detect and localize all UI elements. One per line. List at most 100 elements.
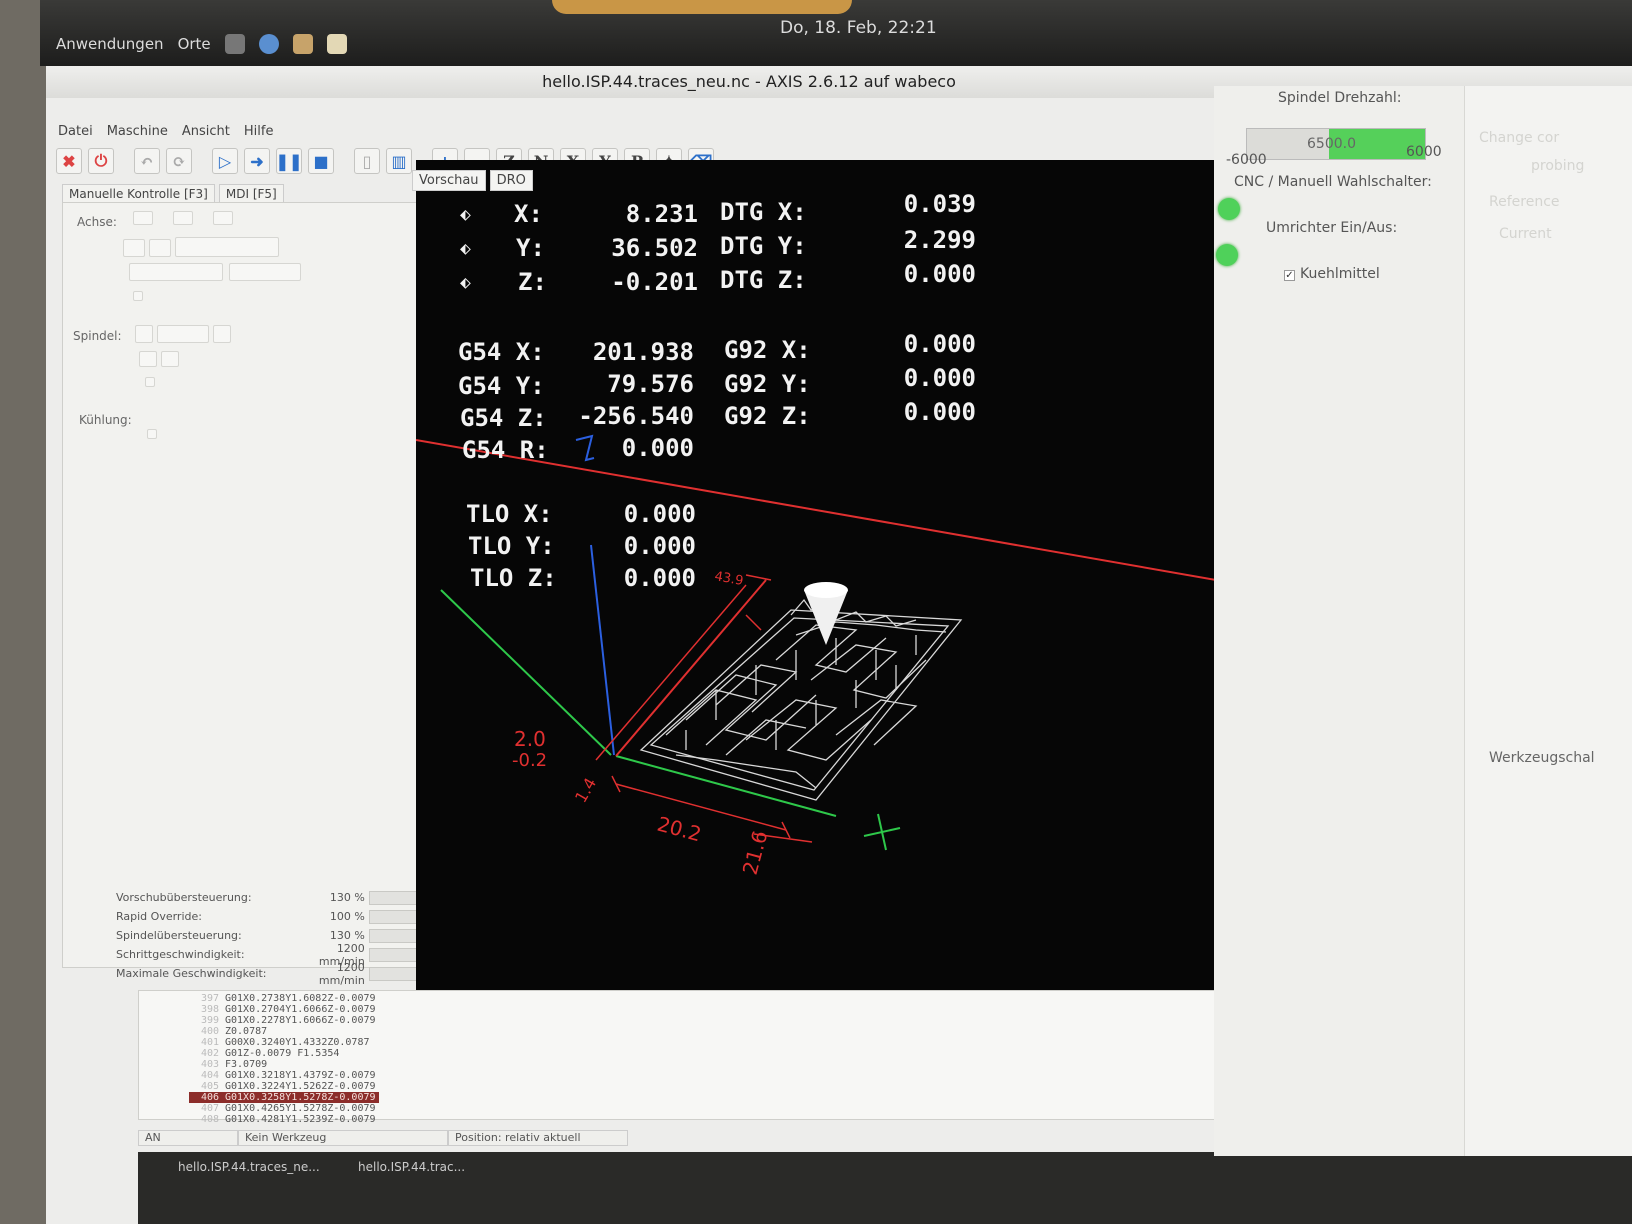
spindle-cw-button[interactable] <box>213 325 231 343</box>
touch-off-button[interactable] <box>229 263 301 281</box>
jog-minus-button[interactable] <box>123 239 145 257</box>
tab-mdi[interactable]: MDI [F5] <box>218 184 284 204</box>
position-mode: Position: relativ aktuell <box>448 1130 628 1146</box>
override-limits-checkbox[interactable] <box>133 291 143 301</box>
override-label: Spindelübersteuerung: <box>116 929 242 942</box>
jog-plus-button[interactable] <box>149 239 171 257</box>
cnc-switch-label: CNC / Manuell Wahlschalter: <box>1234 174 1432 190</box>
code-line-number: 408 <box>200 1114 219 1125</box>
code-line-text: G01X0.4265Y1.5278Z-0.0079 <box>225 1103 376 1114</box>
code-line[interactable]: 401 G00X0.3240Y1.4332Z0.0787 <box>189 1037 1223 1048</box>
reload-icon[interactable]: ⟳ <box>166 148 192 174</box>
dim-y-label: 21.6 <box>738 828 773 877</box>
code-line-text: G01X0.3218Y1.4379Z-0.0079 <box>225 1070 376 1081</box>
applications-menu[interactable]: Anwendungen <box>56 35 164 53</box>
machine-state: AN <box>138 1130 238 1146</box>
clock[interactable]: Do, 18. Feb, 22:21 <box>780 18 937 38</box>
spindle-ccw-button[interactable] <box>135 325 153 343</box>
axis-marker-icon: ⬖ <box>460 238 471 259</box>
taskbar-item-file[interactable]: hello.ISP.44.trac... <box>358 1160 465 1174</box>
menu-view[interactable]: Ansicht <box>182 124 230 139</box>
step-icon[interactable]: ➜ <box>244 148 270 174</box>
code-line-number: 402 <box>200 1048 219 1059</box>
code-line[interactable]: 399 G01X0.2278Y1.6066Z-0.0079 <box>189 1015 1223 1026</box>
estop-icon[interactable]: ✖ <box>56 148 82 174</box>
code-line[interactable]: 403 F3.0709 <box>189 1059 1223 1070</box>
preview-tabs: Vorschau DRO <box>412 170 533 191</box>
code-line-text: F3.0709 <box>225 1059 268 1070</box>
dim-ztop-label: 2.0 <box>514 727 546 751</box>
change-tool-button[interactable]: Change cor <box>1479 130 1559 146</box>
dim-extra-label: 43.9 <box>713 569 744 589</box>
stop-icon[interactable]: ■ <box>308 148 334 174</box>
spindle-label: Spindel: <box>73 329 122 343</box>
brake-checkbox[interactable] <box>145 377 155 387</box>
coolant-checkbox[interactable]: ✓ <box>1284 270 1295 281</box>
user-icon[interactable] <box>292 34 313 54</box>
home-axis-button[interactable] <box>129 263 223 281</box>
tool-status: Kein Werkzeug <box>238 1130 448 1146</box>
dro-g54-y-value: 79.576 <box>607 370 694 398</box>
coolant-label: Kuehlmittel <box>1300 266 1380 282</box>
dro-dtg-z-label: DTG Z: <box>720 266 807 294</box>
axis-window: hello.ISP.44.traces_neu.nc - AXIS 2.6.12… <box>46 66 1632 1224</box>
pause-icon[interactable]: ❚❚ <box>276 148 302 174</box>
desktop-icon[interactable] <box>224 34 245 54</box>
code-line[interactable]: 397 G01X0.2738Y1.6082Z-0.0079 <box>189 993 1223 1004</box>
dro-pos-x-value: 8.231 <box>625 200 698 228</box>
override-value: 130 % <box>329 891 365 904</box>
code-line[interactable]: 402 G01Z-0.0079 F1.5354 <box>189 1048 1223 1059</box>
coolant-checkbox[interactable] <box>147 429 157 439</box>
code-line-number: 401 <box>200 1037 219 1048</box>
tab-dro[interactable]: DRO <box>489 170 533 191</box>
block-delete-icon[interactable]: ▯ <box>354 148 380 174</box>
dro-tlo-y-label: TLO Y: <box>468 532 555 560</box>
toolpath-plot: 43.9 20.2 21.6 1.4 2.0 -0.2 <box>416 434 1216 877</box>
code-line-text: G01X0.2738Y1.6082Z-0.0079 <box>225 993 376 1004</box>
axis-z-radio[interactable] <box>213 211 233 225</box>
override-label: Rapid Override: <box>116 910 202 923</box>
override-value: 130 % <box>329 929 365 942</box>
dro-g54-x-value: 201.938 <box>592 338 694 366</box>
gcode-listing[interactable]: 397 G01X0.2738Y1.6082Z-0.0079 398 G01X0.270… <box>138 990 1228 1125</box>
open-file-icon[interactable]: ↶ <box>134 148 160 174</box>
code-line[interactable]: 400 Z0.0787 <box>189 1026 1223 1037</box>
spindle-stop-button[interactable] <box>157 325 209 343</box>
dim-x-label: 20.2 <box>655 812 704 847</box>
menu-machine[interactable]: Maschine <box>107 124 168 139</box>
cooling-label: Kühlung: <box>79 413 132 427</box>
code-line-number: 398 <box>200 1004 219 1015</box>
code-line[interactable]: 406 G01X0.3258Y1.5278Z-0.0079 <box>189 1092 379 1103</box>
dro-dtg-y-value: 2.299 <box>903 226 976 254</box>
run-icon[interactable]: ▷ <box>212 148 238 174</box>
jog-increment-select[interactable] <box>175 237 279 257</box>
dro-pos-x-label: X: <box>514 200 543 228</box>
places-menu[interactable]: Orte <box>178 35 211 53</box>
code-line[interactable]: 398 G01X0.2704Y1.6066Z-0.0079 <box>189 1004 1223 1015</box>
axis-x-radio[interactable] <box>133 211 153 225</box>
menu-help[interactable]: Hilfe <box>244 124 274 139</box>
axis-y-radio[interactable] <box>173 211 193 225</box>
code-line[interactable]: 408 G01X0.4281Y1.5239Z-0.0079 <box>189 1114 1223 1125</box>
scale-max: 6000 <box>1406 144 1442 160</box>
power-icon[interactable]: ⏻ <box>88 148 114 174</box>
tab-manual-control[interactable]: Manuelle Kontrolle [F3] <box>62 184 215 204</box>
spindle-faster-button[interactable] <box>161 351 179 367</box>
taskbar-item-axis[interactable]: hello.ISP.44.traces_ne... <box>178 1160 320 1174</box>
menu-file[interactable]: Datei <box>58 124 93 139</box>
preview-canvas[interactable]: 43.9 20.2 21.6 1.4 2.0 -0.2 ⬖ ⬖ ⬖ X: 8.2… <box>416 160 1216 1090</box>
tab-preview[interactable]: Vorschau <box>412 170 486 191</box>
notes-icon[interactable] <box>326 34 347 54</box>
spindle-speed-bar: 6500.0 <box>1246 128 1426 160</box>
code-line[interactable]: 405 G01X0.3224Y1.5262Z-0.0079 <box>189 1081 1223 1092</box>
dro-dtg-y-label: DTG Y: <box>720 232 807 260</box>
optional-stop-icon[interactable]: ▥ <box>386 148 412 174</box>
code-line-number: 407 <box>200 1103 219 1114</box>
code-line[interactable]: 404 G01X0.3218Y1.4379Z-0.0079 <box>189 1070 1223 1081</box>
spindle-slower-button[interactable] <box>139 351 157 367</box>
dro-tlo-x-value: 0.000 <box>623 500 696 528</box>
code-line-text: G01X0.2704Y1.6066Z-0.0079 <box>225 1004 376 1015</box>
dro-tlo-z-label: TLO Z: <box>470 564 557 592</box>
code-line[interactable]: 407 G01X0.4265Y1.5278Z-0.0079 <box>189 1103 1223 1114</box>
browser-icon[interactable] <box>258 34 279 54</box>
